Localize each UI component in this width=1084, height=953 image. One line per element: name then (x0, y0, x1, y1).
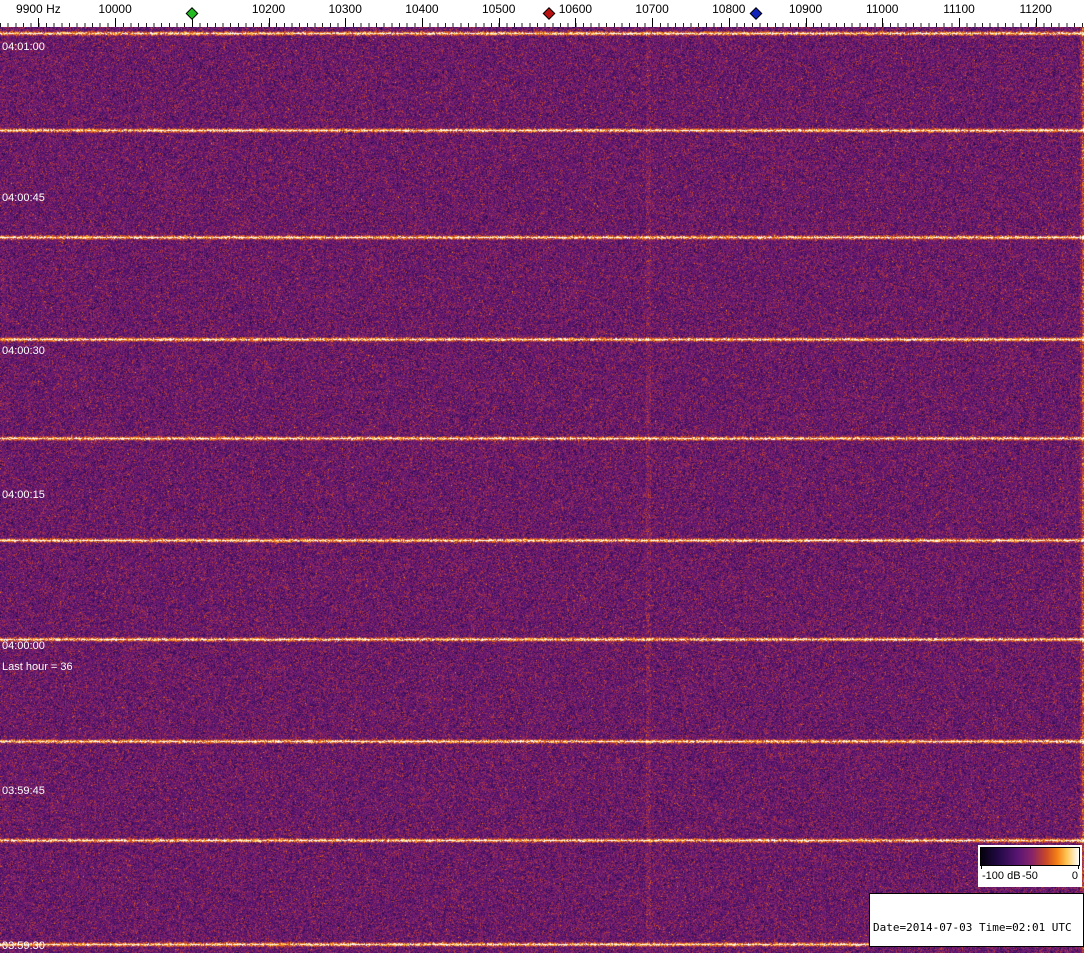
ruler-minor-ticks (0, 23, 1084, 27)
freq-tick-label: 10700 (635, 2, 668, 16)
freq-tick-label: 10000 (98, 2, 131, 16)
freq-major-tick (269, 18, 270, 27)
freq-tick-label: 11200 (1019, 2, 1051, 16)
freq-major-tick (959, 18, 960, 27)
freq-tick-label: 11000 (866, 2, 898, 16)
spectrogram-waterfall-canvas[interactable] (0, 27, 1084, 953)
freq-tick-label: 10900 (789, 2, 822, 16)
freq-tick-label: 9900 Hz (16, 2, 61, 16)
freq-major-tick (38, 18, 39, 27)
spectrogram-app-window: 9900 Hz 10000 10200 10300 10400 10500 10600 107… (0, 0, 1084, 953)
freq-major-tick (575, 18, 576, 27)
colorbar-label-mid: -50 (1022, 870, 1038, 882)
last-hour-count-label: Last hour = 36 (2, 661, 73, 673)
freq-tick-label: 10600 (559, 2, 592, 16)
freq-tick-label: 11100 (943, 2, 975, 16)
freq-major-tick (806, 18, 807, 27)
colorbar-tick-mid (1030, 866, 1031, 869)
frequency-ruler[interactable]: 9900 Hz 10000 10200 10300 10400 10500 10600 107… (0, 0, 1084, 27)
freq-marker-green-diamond-icon[interactable] (185, 7, 198, 20)
colorbar-tick-min (981, 866, 982, 869)
freq-marker-red-diamond-icon[interactable] (542, 7, 555, 20)
time-label: 03:59:30 (2, 940, 45, 952)
freq-tick-label: 10300 (329, 2, 362, 16)
time-label: 04:00:30 (2, 345, 45, 357)
freq-major-tick (499, 18, 500, 27)
freq-major-tick (882, 18, 883, 27)
colorbar-panel: -100 dB -50 0 (978, 845, 1082, 887)
freq-major-tick (652, 18, 653, 27)
observation-info-box: Date=2014-07-03 Time=02:01 UTC Freq=143 … (869, 893, 1084, 947)
colorbar-label-max: 0 (1072, 870, 1078, 882)
info-line-date: Date=2014-07-03 Time=02:01 UTC (873, 921, 1080, 934)
colorbar-tick-max (1078, 866, 1079, 869)
time-label: 03:59:45 (2, 785, 45, 797)
colorbar-label-min: -100 dB (982, 870, 1021, 882)
freq-major-tick (729, 18, 730, 27)
freq-tick-label: 10200 (252, 2, 285, 16)
time-label: 04:00:45 (2, 192, 45, 204)
time-label: 04:00:15 (2, 489, 45, 501)
freq-major-tick (115, 18, 116, 27)
time-label: 04:00:00 (2, 640, 45, 652)
colorbar-gradient (980, 847, 1080, 866)
freq-tick-label: 10800 (712, 2, 745, 16)
freq-tick-label: 10400 (405, 2, 438, 16)
time-label: 04:01:00 (2, 41, 45, 53)
freq-major-tick (1036, 18, 1037, 27)
freq-tick-label: 10500 (482, 2, 515, 16)
freq-marker-blue-diamond-icon[interactable] (749, 7, 762, 20)
freq-major-tick (345, 18, 346, 27)
freq-major-tick (422, 18, 423, 27)
